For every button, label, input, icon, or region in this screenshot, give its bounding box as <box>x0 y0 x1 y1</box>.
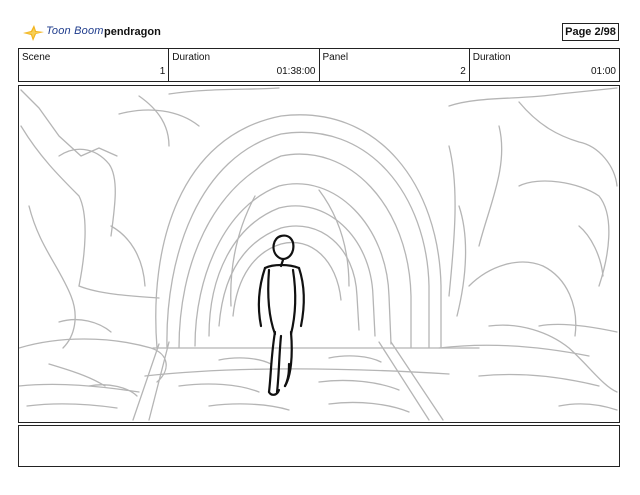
scene-value: 1 <box>159 66 166 77</box>
page-label: Page <box>565 26 592 38</box>
panel-cell: Panel 2 <box>318 49 469 81</box>
panel-duration-value: 01:00 <box>590 66 616 77</box>
scene-label: Scene <box>22 52 51 63</box>
scene-duration-label: Duration <box>172 52 211 63</box>
panel-notes-box[interactable] <box>18 425 620 467</box>
panel-sketch <box>19 87 618 421</box>
scene-duration-value: 01:38:00 <box>276 66 316 77</box>
page-indicator: Page 2/98 <box>562 23 619 41</box>
logo-text: Toon Boom <box>46 25 104 37</box>
project-name: pendragon <box>104 26 161 38</box>
sparkle-icon <box>23 25 44 41</box>
storyboard-panel <box>18 85 620 423</box>
walking-figure <box>257 234 305 396</box>
panel-value: 2 <box>460 66 466 77</box>
scene-cell: Scene 1 <box>19 49 168 81</box>
storyboard-header: Toon Boom pendragon Page 2/98 <box>0 0 640 46</box>
page-value: 2/98 <box>594 26 616 38</box>
cave-sketch <box>19 87 618 421</box>
scene-duration-cell: Duration 01:38:00 <box>168 49 318 81</box>
scene-info-row: Scene 1 Duration 01:38:00 Panel 2 Durati… <box>18 48 620 82</box>
panel-duration-cell: Duration 01:00 <box>468 49 619 81</box>
panel-duration-label: Duration <box>472 52 511 63</box>
panel-label: Panel <box>322 52 349 63</box>
